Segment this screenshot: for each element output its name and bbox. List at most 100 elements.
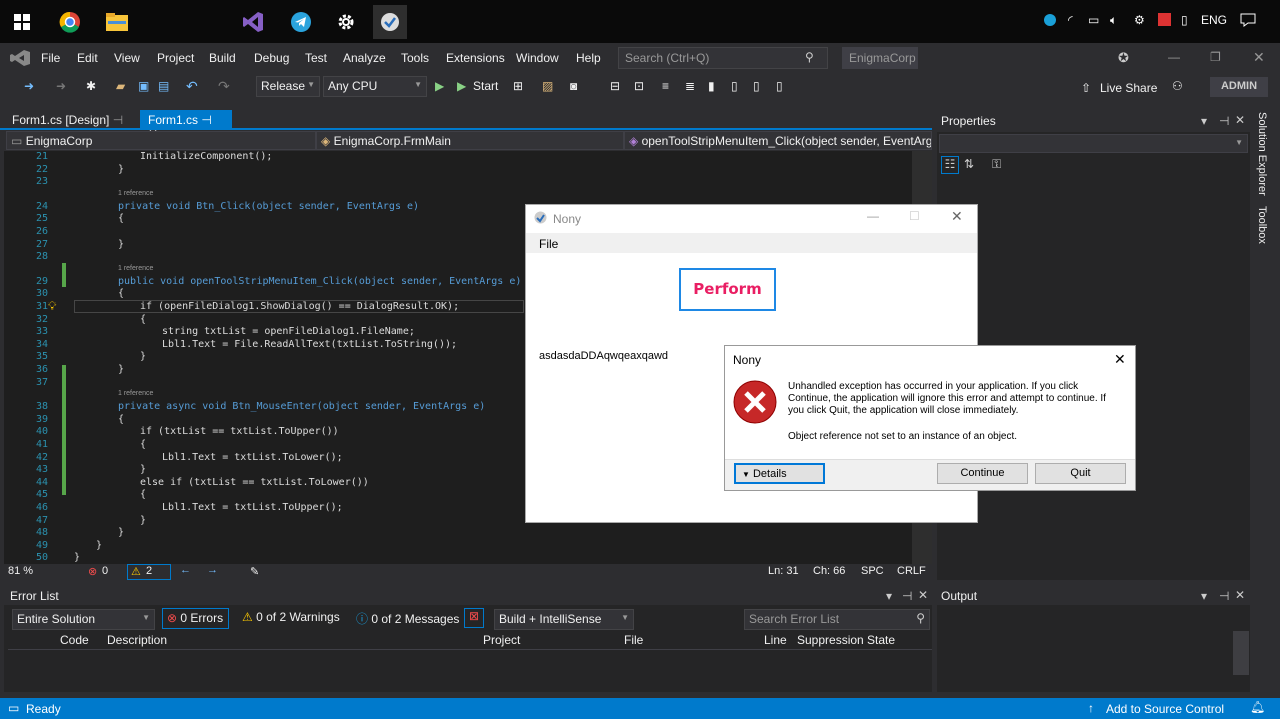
reference-codelens[interactable]: 1 reference bbox=[118, 390, 153, 397]
start-button[interactable]: Start bbox=[473, 79, 498, 93]
column-project[interactable]: Project bbox=[483, 633, 520, 647]
code-line[interactable]: InitializeComponent(); bbox=[140, 151, 272, 162]
brush-icon[interactable]: ✎ bbox=[250, 565, 259, 578]
add-to-source-control[interactable]: Add to Source Control bbox=[1106, 702, 1224, 716]
menu-tools[interactable]: Tools bbox=[401, 51, 429, 65]
menu-debug[interactable]: Debug bbox=[254, 51, 289, 65]
column-suppression-state[interactable]: Suppression State bbox=[797, 633, 895, 647]
redo-icon[interactable]: ↷ bbox=[218, 78, 230, 95]
forward-icon[interactable]: ➜ bbox=[56, 79, 66, 93]
code-line[interactable]: private async void Btn_MouseEnter(object… bbox=[118, 401, 485, 412]
code-line[interactable]: if (txtList == txtList.ToUpper()) bbox=[140, 426, 339, 437]
pin-icon[interactable]: ⊣ bbox=[1219, 114, 1229, 128]
line-ending[interactable]: CRLF bbox=[897, 565, 926, 577]
pin-icon[interactable]: ⊣ bbox=[1219, 589, 1229, 603]
reference-codelens[interactable]: 1 reference bbox=[118, 190, 153, 197]
restore-icon[interactable]: ❐ bbox=[1210, 50, 1221, 64]
save-all-icon[interactable]: ▤ bbox=[158, 79, 169, 93]
menu-project[interactable]: Project bbox=[157, 51, 194, 65]
code-line[interactable]: string txtList = openFileDialog1.FileNam… bbox=[162, 326, 415, 337]
zoom-level[interactable]: 81 % bbox=[8, 565, 33, 577]
lightbulb-icon[interactable]: 💡︎ bbox=[48, 299, 56, 314]
code-line[interactable]: } bbox=[140, 464, 146, 475]
uncomment-icon[interactable]: ≣ bbox=[685, 79, 695, 93]
telegram-icon[interactable] bbox=[284, 5, 318, 39]
categorized-icon[interactable]: ☷ bbox=[941, 156, 959, 174]
menu-test[interactable]: Test bbox=[305, 51, 327, 65]
menu-analyze[interactable]: Analyze bbox=[343, 51, 386, 65]
warnings-filter-button[interactable]: ⚠ 0 of 2 Warnings bbox=[238, 610, 344, 624]
close-icon[interactable]: ✕ bbox=[918, 588, 928, 602]
battery-icon[interactable]: ▭ bbox=[1088, 13, 1099, 27]
visual-studio-icon[interactable] bbox=[236, 5, 270, 39]
column-description[interactable]: Description bbox=[107, 633, 167, 647]
windows-start-icon[interactable] bbox=[5, 5, 39, 39]
bookmark-icon[interactable]: ▮ bbox=[708, 79, 715, 93]
errors-filter-button[interactable]: ⊗ 0 Errors bbox=[162, 608, 229, 629]
prev-bookmark-icon[interactable]: ▯ bbox=[731, 79, 738, 93]
class-dropdown[interactable]: ◈ EnigmaCorp.FrmMain bbox=[316, 131, 624, 150]
menu-extensions[interactable]: Extensions bbox=[446, 51, 505, 65]
continue-button[interactable]: Continue bbox=[937, 463, 1028, 484]
panel-menu-icon[interactable]: ▾ bbox=[886, 589, 892, 603]
code-line[interactable]: { bbox=[140, 314, 146, 325]
code-line[interactable]: } bbox=[118, 164, 124, 175]
maximize-icon[interactable]: ☐ bbox=[909, 209, 920, 223]
menu-file[interactable]: File bbox=[41, 51, 60, 65]
reference-codelens[interactable]: 1 reference bbox=[118, 265, 153, 272]
code-line[interactable]: } bbox=[118, 239, 124, 250]
volume-icon[interactable]: 🔈︎ bbox=[1110, 13, 1117, 28]
messages-filter-button[interactable]: ⓘ 0 of 2 Messages bbox=[352, 610, 463, 627]
attach-icon[interactable]: ⊞ bbox=[513, 79, 523, 93]
close-icon[interactable]: ✕ bbox=[951, 208, 963, 225]
code-line[interactable]: else if (txtList == txtList.ToLower()) bbox=[140, 477, 369, 488]
start-icon[interactable]: ▶ bbox=[457, 79, 466, 93]
search-icon[interactable]: ⚲ bbox=[805, 50, 814, 64]
search-input[interactable]: Search (Ctrl+Q) bbox=[618, 47, 828, 69]
tab-form1-designer[interactable]: Form1.cs [Design] ⊣ bbox=[4, 110, 131, 130]
code-line[interactable]: } bbox=[118, 527, 124, 538]
details-button[interactable]: ▼ Details bbox=[734, 463, 825, 484]
platform-select[interactable]: Any CPU ▼ bbox=[323, 76, 427, 97]
quit-button[interactable]: Quit bbox=[1035, 463, 1126, 484]
project-dropdown[interactable]: ▭ EnigmaCorp bbox=[6, 131, 316, 150]
file-explorer-icon[interactable] bbox=[100, 5, 134, 39]
alphabetical-icon[interactable]: ⇅ bbox=[964, 157, 974, 171]
feedback-icon[interactable]: ✪ bbox=[1118, 50, 1129, 66]
error-icon[interactable]: ⊗ bbox=[88, 565, 97, 578]
tab-form1-code[interactable]: Form1.cs ⊣ ✕ bbox=[140, 110, 232, 141]
perform-button[interactable]: Perform bbox=[679, 268, 776, 311]
member-dropdown[interactable]: ◈ openToolStripMenuItem_Click(object sen… bbox=[624, 131, 932, 150]
solution-explorer-tab[interactable]: Solution Explorer bbox=[1256, 112, 1268, 196]
column-file[interactable]: File bbox=[624, 633, 643, 647]
pin-icon[interactable]: ⊣ bbox=[902, 589, 912, 603]
line-number[interactable]: Ln: 31 bbox=[768, 565, 799, 577]
pin-icon[interactable]: ⊣ bbox=[113, 113, 123, 127]
build-intellisense-select[interactable]: Build + IntelliSense ▼ bbox=[494, 609, 634, 630]
code-line[interactable]: Lbl1.Text = File.ReadAllText(txtList.ToS… bbox=[162, 339, 457, 350]
start-without-debug-icon[interactable]: ▶ bbox=[435, 79, 444, 93]
minimize-icon[interactable]: — bbox=[1168, 50, 1180, 64]
pin-icon[interactable]: ⊣ bbox=[201, 113, 211, 127]
chrome-icon[interactable] bbox=[53, 5, 87, 39]
whitespace-mode[interactable]: SPC bbox=[861, 565, 884, 577]
code-line[interactable]: Lbl1.Text = txtList.ToUpper(); bbox=[162, 502, 343, 513]
notification-bell-icon[interactable]: 🔔︎ bbox=[1250, 700, 1265, 714]
clipboard-icon[interactable]: ▯ bbox=[1181, 13, 1188, 27]
next-issue-icon[interactable]: → bbox=[207, 564, 218, 576]
code-line[interactable]: { bbox=[118, 213, 124, 224]
toolbox-tab[interactable]: Toolbox bbox=[1256, 206, 1268, 244]
new-project-icon[interactable]: ✱ bbox=[86, 79, 96, 93]
code-line[interactable]: private void Btn_Click(object sender, Ev… bbox=[118, 201, 419, 212]
minimize-icon[interactable]: — bbox=[867, 209, 879, 223]
code-line[interactable]: { bbox=[118, 414, 124, 425]
live-share-icon[interactable]: ⇧ bbox=[1081, 81, 1091, 95]
close-icon[interactable]: ✕ bbox=[1253, 49, 1265, 66]
close-icon[interactable]: ✕ bbox=[1235, 113, 1245, 127]
object-select[interactable]: ▼ bbox=[939, 134, 1248, 153]
code-line[interactable]: } bbox=[140, 351, 146, 362]
code-line[interactable]: public void openToolStripMenuItem_Click(… bbox=[118, 276, 521, 287]
align-icon[interactable]: ⊡ bbox=[634, 79, 644, 93]
code-line[interactable]: } bbox=[140, 515, 146, 526]
filter-icon[interactable]: ⊠ bbox=[464, 608, 484, 628]
